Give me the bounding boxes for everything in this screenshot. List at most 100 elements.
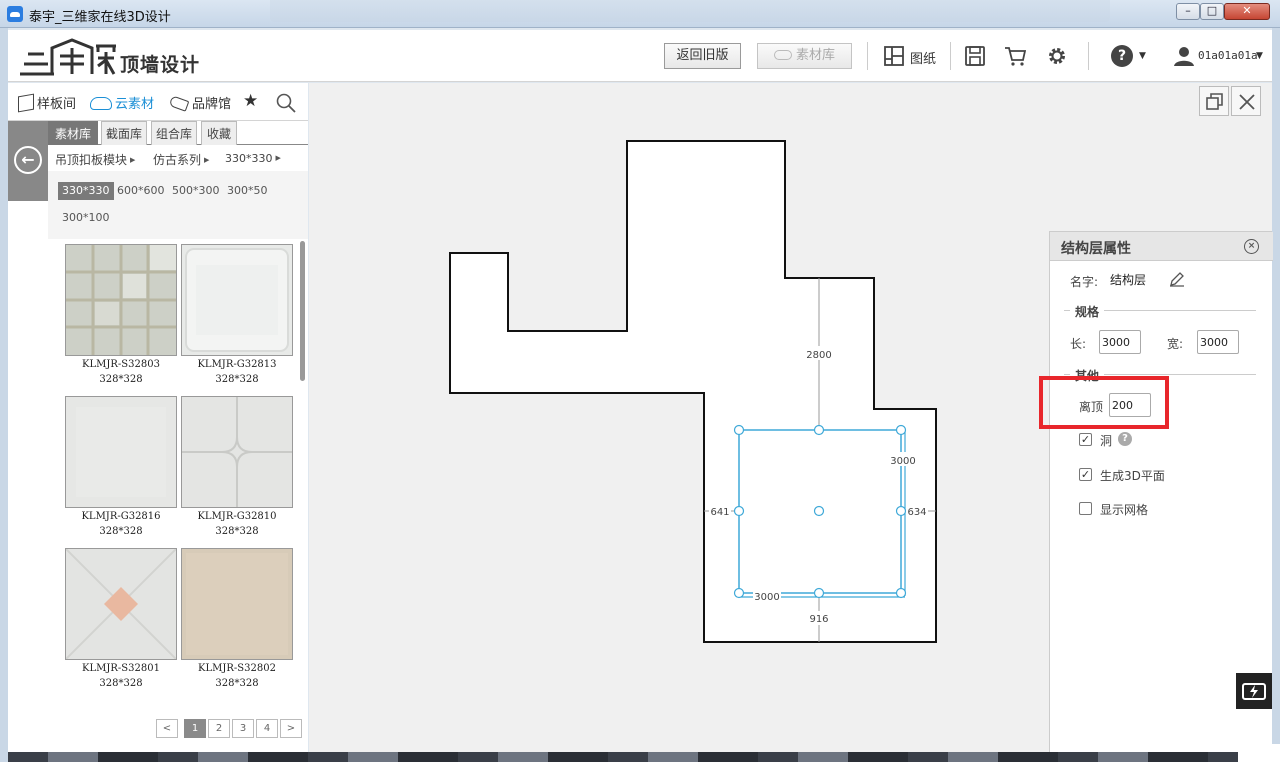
resize-handle[interactable] (895, 505, 907, 517)
size-option-300x50[interactable]: 300*50 (223, 182, 272, 200)
minimize-button[interactable]: – (1176, 3, 1200, 20)
generate-3d-label: 生成3D平面 (1100, 469, 1165, 483)
tile-dimensions: 328*328 (99, 374, 143, 385)
page-4-button[interactable]: 4 (256, 719, 278, 738)
tab-favorites[interactable]: 收藏 (201, 121, 237, 145)
breadcrumb-item[interactable]: 330*330 (225, 152, 281, 165)
close-window-button[interactable]: ✕ (1224, 3, 1270, 20)
breadcrumb-item[interactable]: 吊顶扣板模块 (55, 151, 135, 168)
material-tile[interactable] (181, 396, 293, 508)
size-option-330x330[interactable]: 330*330 (58, 182, 114, 200)
size-option-600x600[interactable]: 600*600 (113, 182, 169, 200)
lightning-icon (1242, 683, 1266, 700)
width-input[interactable] (1197, 330, 1239, 354)
library-tabs: 素材库 截面库 组合库 收藏 (48, 121, 308, 145)
settings-gear-icon[interactable] (1046, 45, 1068, 67)
dim-top-gap: 2800 (806, 350, 831, 361)
size-option-500x300[interactable]: 500*300 (168, 182, 224, 200)
return-old-version-button[interactable]: 返回旧版 (664, 43, 741, 69)
generate-3d-checkbox[interactable]: ✓ (1079, 468, 1092, 481)
room-outline[interactable] (449, 140, 937, 643)
edit-pencil-icon[interactable] (1168, 270, 1186, 288)
page-2-button[interactable]: 2 (208, 719, 230, 738)
tile-dimensions: 328*328 (215, 374, 259, 385)
breadcrumb-item[interactable]: 仿古系列 (153, 151, 209, 168)
page-3-button[interactable]: 3 (232, 719, 254, 738)
size-option-300x100[interactable]: 300*100 (58, 209, 114, 227)
nav-cloud-material[interactable]: 云素材 (90, 93, 154, 112)
tile-thumbnail (66, 245, 176, 355)
resize-handle[interactable] (733, 587, 745, 599)
tile-name: KLMJR-S32803 (82, 359, 160, 370)
save-icon[interactable] (964, 45, 986, 67)
material-library-label: 素材库 (795, 48, 835, 63)
spec-section-header: 规格 (1064, 303, 1256, 320)
tile-name: KLMJR-S32801 (82, 663, 160, 674)
page-1-button[interactable]: 1 (184, 719, 206, 738)
size-filter: 330*330 600*600 500*300 300*50 300*100 (48, 171, 308, 239)
resize-handle[interactable] (733, 505, 745, 517)
tile-thumbnail (182, 397, 292, 507)
tile-name: KLMJR-G32816 (81, 511, 161, 522)
logo-text: 顶墙设计 (120, 54, 201, 76)
help-dropdown-caret[interactable]: ▼ (1139, 51, 1146, 61)
center-handle[interactable] (813, 505, 825, 517)
material-tile[interactable] (181, 548, 293, 660)
material-scrollbar[interactable] (300, 241, 305, 381)
resize-handle[interactable] (895, 424, 907, 436)
tab-combo-library[interactable]: 组合库 (151, 121, 197, 145)
tag-icon (168, 95, 190, 112)
tile-name: KLMJR-S32802 (198, 663, 276, 674)
material-tile[interactable] (65, 548, 177, 660)
resize-handle[interactable] (813, 424, 825, 436)
cloud-icon (773, 50, 792, 60)
cart-icon[interactable] (1004, 45, 1026, 67)
tile-thumbnail (182, 245, 292, 355)
resize-handle[interactable] (733, 424, 745, 436)
dim-left-gap: 641 (710, 507, 729, 518)
length-input[interactable] (1099, 330, 1141, 354)
prev-page-button[interactable]: < (156, 719, 178, 738)
material-library-button[interactable]: 素材库 (757, 43, 852, 69)
window-frame-left (0, 28, 8, 762)
dim-rect-height: 3000 (890, 456, 915, 467)
tile-dimensions: 328*328 (215, 678, 259, 689)
resize-handle[interactable] (813, 587, 825, 599)
nav-brand-hall-label: 品牌馆 (192, 97, 232, 112)
back-arrow-icon[interactable]: ← (14, 146, 42, 174)
material-tile[interactable] (65, 396, 177, 508)
material-grid: KLMJR-S32803 328*328 KLMJR-G32813 328*32… (48, 239, 308, 752)
hole-help-icon[interactable]: ? (1118, 432, 1132, 446)
user-dropdown-caret[interactable]: ▼ (1256, 51, 1263, 61)
dim-right-gap: 634 (907, 507, 926, 518)
nav-cloud-material-label: 云素材 (115, 97, 155, 112)
window-titlebar: 泰宇_三维家在线3D设计 – □ ✕ (0, 0, 1280, 28)
tile-thumbnail (182, 549, 292, 659)
dim-bottom-gap: 916 (809, 614, 828, 625)
hole-checkbox[interactable]: ✓ (1079, 433, 1092, 446)
show-grid-checkbox[interactable] (1079, 502, 1092, 515)
left-rail: ← (8, 121, 48, 201)
username[interactable]: 01a01a01a (1198, 49, 1258, 62)
search-icon[interactable] (275, 93, 297, 113)
props-close-icon[interactable]: × (1244, 239, 1259, 254)
material-nav: 样板间 云素材 品牌馆 ★ (8, 83, 308, 121)
help-icon[interactable]: ? (1111, 45, 1133, 67)
quick-action-widget[interactable] (1236, 673, 1272, 709)
tab-material-library[interactable]: 素材库 (48, 121, 98, 145)
resize-handle[interactable] (895, 587, 907, 599)
material-tile[interactable] (65, 244, 177, 356)
user-avatar-icon[interactable] (1173, 45, 1195, 67)
window-frame-right (1272, 28, 1280, 762)
nav-sample-room[interactable]: 样板间 (18, 93, 76, 113)
next-page-button[interactable]: > (280, 719, 302, 738)
nav-brand-hall[interactable]: 品牌馆 (168, 93, 232, 112)
maximize-button[interactable]: □ (1200, 3, 1224, 20)
favorites-star-icon[interactable]: ★ (243, 91, 258, 111)
tab-section-library[interactable]: 截面库 (101, 121, 147, 145)
tile-name: KLMJR-G32810 (197, 511, 277, 522)
drawings-label[interactable]: 图纸 (910, 48, 936, 67)
drawings-icon[interactable] (883, 45, 905, 67)
material-tile[interactable] (181, 244, 293, 356)
tile-dimensions: 328*328 (99, 526, 143, 537)
